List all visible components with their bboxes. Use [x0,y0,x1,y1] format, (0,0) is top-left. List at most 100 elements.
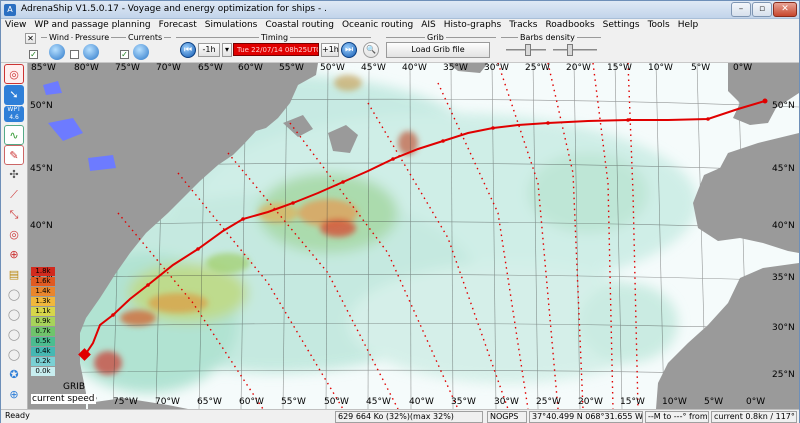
map-view[interactable]: 85°W 80°W 75°W 70°W 65°W 60°W 55°W 50°W … [28,63,799,409]
legend-cell: 0.2k [31,357,55,366]
lon-label-bottom: 15°W [620,397,645,407]
lon-label: 35°W [443,63,468,73]
waypoint-info-icon[interactable]: WPT 4.6 nm [4,106,24,129]
currents-checkbox[interactable]: ✓ [120,50,129,59]
legend-cell: 1.6k [31,277,55,286]
menu-histo-graphs[interactable]: Histo-graphs [440,19,505,33]
lon-label: 15°W [607,63,632,73]
lon-label: 0°W [733,63,753,73]
status-ship-info: --M to ---° from ship [645,411,709,423]
status-memory: 629 664 Ko (32%)(max 32%) [335,411,483,423]
close-panel-button[interactable]: ✕ [25,33,36,44]
barbs-slider-thumb-1[interactable] [525,44,531,56]
legend-cell: 0.0k [31,367,55,376]
zoom-gray-icon-2[interactable]: ◯ [4,305,24,325]
menu-tools[interactable]: Tools [644,19,674,33]
legend-cell: 0.7k [31,327,55,336]
compass-icon[interactable]: ✣ [4,165,24,185]
barbs-slider-thumb-2[interactable] [567,44,573,56]
book-icon[interactable]: ▤ [4,265,24,285]
status-current: current 0.8kn / 117° [711,411,797,423]
skip-forward-icon[interactable]: ⏭ [341,42,357,58]
load-grib-button[interactable]: Load Grib file [386,42,490,58]
menu-bar: View WP and passage planning Forecast Si… [1,19,799,33]
measure-icon[interactable]: ⟋ [4,185,24,205]
speed-legend: 1.8k 1.6k 1.4k 1.3k 1.1k 0.9k 0.7k 0.5k … [31,267,55,380]
zoom-gray-icon-3[interactable]: ◯ [4,325,24,345]
grib-section-label: Grib [425,33,446,42]
route-icon[interactable]: ⤡ [4,205,24,225]
zoom-gray-icon-4[interactable]: ◯ [4,345,24,365]
menu-simulations[interactable]: Simulations [201,19,262,33]
skip-back-icon[interactable]: ⏮ [180,42,196,58]
currents-label: Currents [126,33,165,42]
grib-legend-label: GRIB [63,382,86,392]
title-bar: A AdrenaShip V1.5.0.17 - Voyage and ener… [1,1,799,19]
minimize-button[interactable]: – [731,2,751,17]
wpt-label: WPT [7,106,21,113]
lon-label: 75°W [115,63,140,73]
bouy-icon[interactable]: ⊕ [4,245,24,265]
graph-icon[interactable]: ∿ [4,125,24,145]
pressure-label: Pressure [73,33,112,42]
lat-label: 50°N [30,101,53,111]
lon-label: 55°W [279,63,304,73]
legend-cell: 1.3k [31,297,55,306]
zoom-in-icon[interactable]: ⊕ [4,385,24,405]
status-gps: NOGPS [487,411,527,423]
main-toolbar: ✕ Wind Pressure Currents ✓ ✓ Timing ⏮ -1… [1,33,799,63]
minus-hour-button[interactable]: -1h [198,43,220,57]
zoom-gray-icon-1[interactable]: ◯ [4,285,24,305]
lon-label: 5°W [691,63,711,73]
menu-oceanic-routing[interactable]: Oceanic routing [338,19,417,33]
app-icon: A [4,4,16,16]
menu-ais[interactable]: AIS [417,19,440,33]
barbs-density-label: Barbs density [518,33,577,42]
route-end-marker[interactable] [762,98,768,104]
lon-label: 20°W [566,63,591,73]
route-edit-icon[interactable]: ✎ [4,145,24,165]
pressure-icon[interactable] [83,44,99,60]
plus-hour-button[interactable]: +1h [321,43,339,57]
menu-settings[interactable]: Settings [599,19,644,33]
lon-label-bottom: 55°W [281,397,306,407]
lat-label: 40°N [30,221,53,231]
wind-checkbox[interactable]: ✓ [29,50,38,59]
menu-roadbooks[interactable]: Roadbooks [541,19,598,33]
currents-icon[interactable] [133,44,149,60]
lon-label-bottom: 70°W [155,397,180,407]
barbs-slider-track-2[interactable] [553,49,597,51]
lon-label: 25°W [525,63,550,73]
lon-label: 10°W [648,63,673,73]
status-position: 37°40.499 N 068°31.655 W [529,411,643,423]
menu-forecast[interactable]: Forecast [155,19,201,33]
menu-help[interactable]: Help [674,19,703,33]
lon-label-bottom: 20°W [578,397,603,407]
close-window-button[interactable]: ✕ [773,2,797,17]
lon-label: 80°W [74,63,99,73]
lifebuoy-small-icon[interactable]: ◎ [4,225,24,245]
left-toolbar: ◎ ➘ WPT 4.6 nm ∿ ✎ ✣ ⟋ ⤡ ◎ ⊕ ▤ ◯ ◯ ◯ ◯ ✪… [1,63,28,409]
menu-view[interactable]: View [1,19,30,33]
pressure-checkbox[interactable] [70,50,79,59]
current-speed-label: current speed [31,394,96,404]
compass-rose-icon[interactable]: ✪ [4,365,24,385]
wind-icon[interactable] [49,44,65,60]
map-canvas[interactable] [28,63,799,409]
menu-coastal-routing[interactable]: Coastal routing [261,19,338,33]
maximize-button[interactable]: ▫ [752,2,772,17]
arrow-back-icon[interactable]: ➘ [4,85,24,105]
lon-label-bottom: 40°W [409,397,434,407]
timing-field[interactable]: Tue 22/07/14 08h25UTC [233,43,319,56]
lon-label: 65°W [198,63,223,73]
lon-label-bottom: 35°W [451,397,476,407]
lon-label: 85°W [31,63,56,73]
timing-label: Timing [259,33,291,42]
lifebuoy-icon[interactable]: ◎ [4,64,24,84]
timing-dropdown-arrow[interactable]: ▾ [222,43,232,57]
lat-label: 45°N [30,164,53,174]
menu-tracks[interactable]: Tracks [505,19,541,33]
status-ready: Ready [3,411,133,423]
menu-wp-passage-planning[interactable]: WP and passage planning [30,19,154,33]
magnifier-icon[interactable]: 🔍 [363,42,379,58]
